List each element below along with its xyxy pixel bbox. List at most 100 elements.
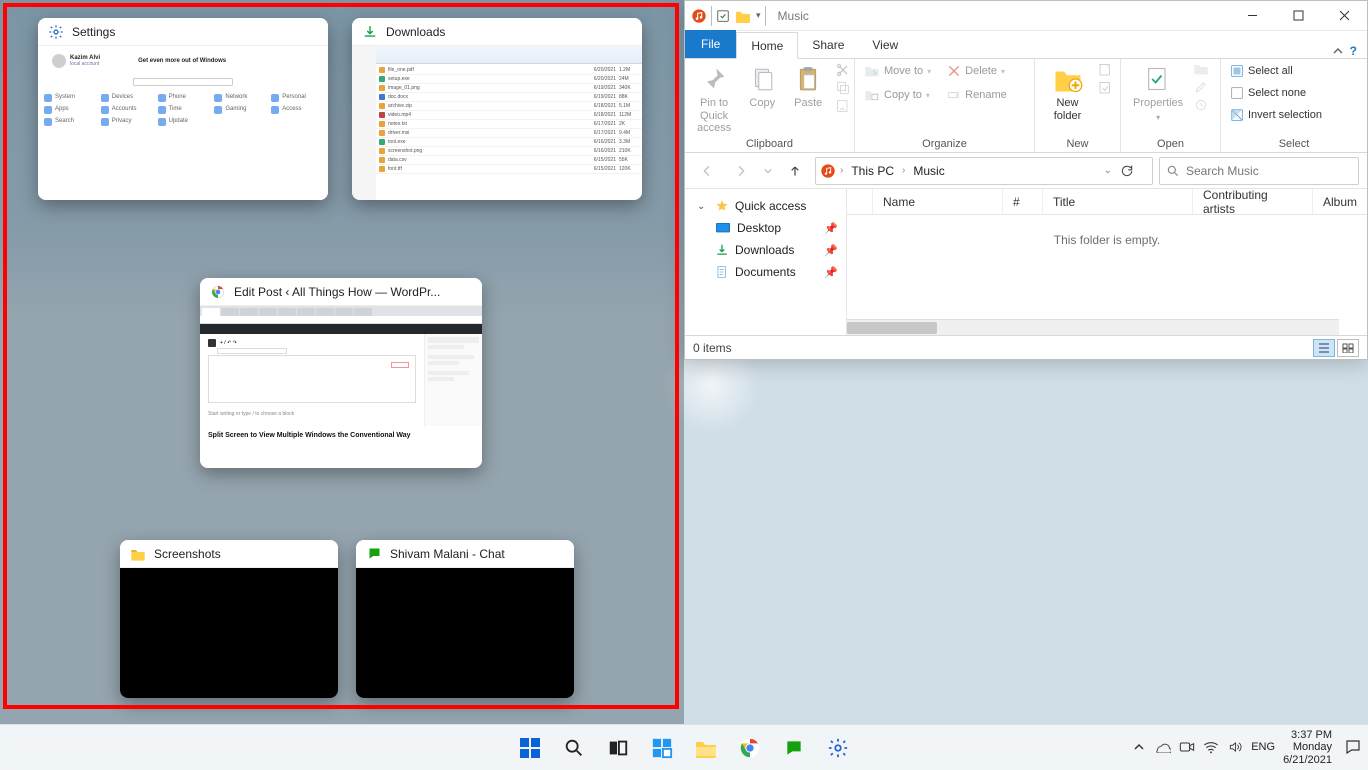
properties-button[interactable]: Properties▾ bbox=[1127, 62, 1189, 124]
copy-button[interactable]: Copy bbox=[741, 62, 783, 112]
chat-button[interactable] bbox=[774, 728, 814, 768]
nav-documents[interactable]: Documents 📌 bbox=[689, 261, 842, 283]
chrome-preview: + / ↶ ↷ Start writing or type / to choos… bbox=[200, 306, 482, 468]
cut-icon[interactable] bbox=[835, 62, 851, 78]
nav-desktop[interactable]: Desktop 📌 bbox=[689, 217, 842, 239]
tab-file[interactable]: File bbox=[685, 30, 736, 58]
taskbar[interactable]: ENG 3:37 PM Monday 6/21/2021 bbox=[0, 724, 1368, 770]
horizontal-scrollbar[interactable] bbox=[847, 319, 1339, 335]
chat-icon bbox=[366, 546, 382, 562]
navigation-pane[interactable]: ⌄ Quick access Desktop 📌 Downloads 📌 Doc… bbox=[685, 189, 847, 335]
snap-thumb-chat[interactable]: Shivam Malani - Chat bbox=[356, 540, 574, 698]
documents-icon bbox=[715, 265, 729, 279]
col-name[interactable]: Name bbox=[873, 189, 1003, 214]
snap-thumb-downloads[interactable]: Downloads file_one.pdf6/20/20211.2M setu… bbox=[352, 18, 642, 200]
meet-now-icon[interactable] bbox=[1179, 740, 1195, 754]
chat-preview bbox=[356, 568, 574, 698]
qat-save-icon[interactable] bbox=[716, 9, 730, 23]
downloads-preview: file_one.pdf6/20/20211.2M setup.exe6/20/… bbox=[352, 46, 642, 200]
close-button[interactable] bbox=[1321, 1, 1367, 31]
chrome-button[interactable] bbox=[730, 728, 770, 768]
pin-icon: 📌 bbox=[824, 244, 838, 257]
ribbon-tabs: File Home Share View ? bbox=[685, 31, 1367, 59]
rename-button[interactable]: Rename bbox=[944, 86, 1010, 104]
snap-thumb-title: Screenshots bbox=[154, 547, 221, 561]
music-library-icon bbox=[691, 8, 707, 24]
nav-quick-access[interactable]: ⌄ Quick access bbox=[689, 195, 842, 217]
tab-view[interactable]: View bbox=[858, 31, 912, 58]
snap-thumb-title: Settings bbox=[72, 25, 115, 39]
delete-button[interactable]: Delete▾ bbox=[944, 62, 1010, 80]
snap-thumb-screenshots[interactable]: Screenshots bbox=[120, 540, 338, 698]
window-title: Music bbox=[772, 9, 809, 23]
nav-forward-button[interactable] bbox=[727, 157, 755, 185]
pin-quick-access-button[interactable]: Pin to Quick access bbox=[691, 62, 737, 137]
address-dropdown-icon[interactable]: ⌄ bbox=[1100, 165, 1116, 176]
col-num[interactable]: # bbox=[1003, 189, 1043, 214]
file-explorer-window: ▾ Music File Home Share View ? Pin to Qu… bbox=[684, 0, 1368, 360]
ribbon-collapse-icon[interactable] bbox=[1332, 45, 1344, 57]
crumb-thispc[interactable]: This PC bbox=[847, 162, 898, 180]
tab-home[interactable]: Home bbox=[736, 32, 798, 59]
new-folder-button[interactable]: New folder bbox=[1041, 62, 1094, 124]
start-button[interactable] bbox=[510, 728, 550, 768]
nav-up-button[interactable] bbox=[781, 157, 809, 185]
settings-button[interactable] bbox=[818, 728, 858, 768]
paste-button[interactable]: Paste bbox=[787, 62, 829, 112]
star-icon bbox=[715, 199, 729, 213]
language-indicator[interactable]: ENG bbox=[1251, 741, 1275, 753]
col-album[interactable]: Album bbox=[1313, 189, 1367, 214]
search-icon bbox=[1166, 164, 1180, 178]
snap-thumb-settings[interactable]: Settings Kazim Alvi local account Get ev… bbox=[38, 18, 328, 200]
crumb-music[interactable]: Music bbox=[909, 162, 948, 180]
snap-thumb-title: Edit Post ‹ All Things How — WordPr... bbox=[234, 285, 440, 299]
onedrive-icon[interactable] bbox=[1153, 741, 1171, 753]
invert-selection-button[interactable]: Invert selection bbox=[1227, 106, 1325, 124]
move-to-button[interactable]: Move to▾ bbox=[861, 62, 934, 80]
taskbar-clock[interactable]: 3:37 PM Monday 6/21/2021 bbox=[1283, 729, 1336, 767]
task-view-button[interactable] bbox=[598, 728, 638, 768]
view-large-icons-button[interactable] bbox=[1337, 339, 1359, 357]
tray-overflow-icon[interactable] bbox=[1133, 741, 1145, 753]
help-icon[interactable]: ? bbox=[1350, 44, 1357, 58]
download-icon bbox=[715, 243, 729, 257]
maximize-button[interactable] bbox=[1275, 1, 1321, 31]
file-explorer-button[interactable] bbox=[686, 728, 726, 768]
paste-shortcut-icon[interactable] bbox=[835, 98, 851, 114]
search-box[interactable]: Search Music bbox=[1159, 157, 1359, 185]
titlebar[interactable]: ▾ Music bbox=[685, 1, 1367, 31]
file-list[interactable]: Name # Title Contributing artists Album … bbox=[847, 189, 1367, 335]
col-title[interactable]: Title bbox=[1043, 189, 1193, 214]
volume-icon[interactable] bbox=[1227, 740, 1243, 754]
tab-share[interactable]: Share bbox=[798, 31, 858, 58]
view-details-button[interactable] bbox=[1313, 339, 1335, 357]
history-icon[interactable] bbox=[1193, 98, 1209, 112]
minimize-button[interactable] bbox=[1229, 1, 1275, 31]
notifications-button[interactable] bbox=[1344, 738, 1362, 756]
edit-icon[interactable] bbox=[1193, 80, 1209, 94]
widgets-button[interactable] bbox=[642, 728, 682, 768]
pin-icon: 📌 bbox=[824, 266, 838, 279]
refresh-button[interactable] bbox=[1120, 164, 1148, 178]
download-icon bbox=[362, 24, 378, 40]
open-icon[interactable] bbox=[1193, 62, 1209, 76]
easy-access-icon[interactable] bbox=[1098, 80, 1114, 94]
col-artists[interactable]: Contributing artists bbox=[1193, 189, 1313, 214]
copy-path-icon[interactable] bbox=[835, 80, 851, 96]
snap-thumb-chrome[interactable]: Edit Post ‹ All Things How — WordPr... +… bbox=[200, 278, 482, 468]
copy-to-button[interactable]: Copy to▾ bbox=[861, 86, 934, 104]
wifi-icon[interactable] bbox=[1203, 740, 1219, 754]
nav-recent-dropdown[interactable] bbox=[761, 157, 775, 185]
qat-dropdown-icon[interactable]: ▾ bbox=[756, 10, 761, 21]
new-item-icon[interactable] bbox=[1098, 62, 1114, 76]
qat-folder-icon[interactable] bbox=[734, 9, 752, 23]
search-button[interactable] bbox=[554, 728, 594, 768]
group-label-new: New bbox=[1041, 137, 1114, 150]
screenshots-preview bbox=[120, 568, 338, 698]
nav-downloads[interactable]: Downloads 📌 bbox=[689, 239, 842, 261]
address-bar[interactable]: › This PC › Music ⌄ bbox=[815, 157, 1153, 185]
nav-back-button[interactable] bbox=[693, 157, 721, 185]
select-none-button[interactable]: Select none bbox=[1227, 84, 1325, 102]
column-headers[interactable]: Name # Title Contributing artists Album bbox=[847, 189, 1367, 215]
select-all-button[interactable]: Select all bbox=[1227, 62, 1325, 80]
